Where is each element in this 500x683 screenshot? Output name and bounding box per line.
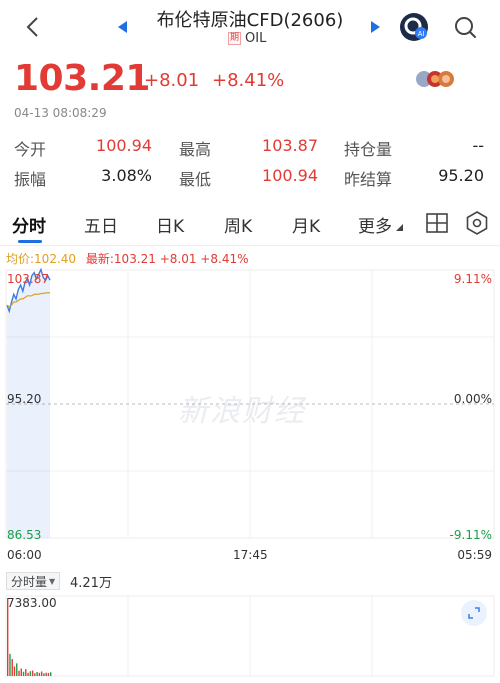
prev-settle-value: 95.20 [438, 166, 484, 185]
next-instrument-icon[interactable] [368, 20, 382, 34]
volume-bar [18, 670, 20, 676]
last-price: 103.21 [14, 58, 150, 99]
y-axis-baseline: 95.20 [7, 392, 42, 406]
quote-timestamp: 04-13 08:08:29 [14, 106, 107, 120]
price-change-percent: +8.41% [212, 70, 285, 91]
price-change: +8.01 [144, 70, 200, 91]
volume-bar [40, 671, 43, 676]
open-interest-label: 持仓量 [344, 140, 393, 159]
x-axis-end: 05:59 [457, 548, 492, 562]
header-bar: 布伦特原油CFD(2606) 期 OIL AI [0, 0, 500, 56]
pct-axis-low: -9.11% [449, 528, 492, 542]
settings-icon[interactable] [464, 210, 490, 236]
low-label: 最低 [179, 170, 212, 189]
volume-bar [25, 669, 27, 676]
open-label: 今开 [14, 140, 47, 159]
volume-max-label: 7383.00 [7, 596, 57, 610]
legend-average: 均价:102.40 [6, 252, 77, 266]
x-axis-mid: 17:45 [233, 548, 268, 562]
futures-badge: 期 [228, 32, 242, 45]
volume-bar [38, 672, 41, 676]
y-axis-high: 103.87 [7, 272, 49, 286]
volume-bar [27, 672, 29, 676]
volume-bar [50, 672, 52, 676]
prev-settle-label: 昨结算 [344, 170, 393, 189]
tab-intraday[interactable]: 分时 [12, 212, 46, 237]
volume-bar [9, 653, 11, 676]
amplitude-value: 3.08% [101, 166, 152, 185]
chart-legend: 均价:102.40 最新:103.21 +8.01 +8.41% [6, 250, 249, 267]
tab-more[interactable]: 更多 [358, 212, 392, 237]
volume-indicator-label: 分时量 [11, 574, 48, 589]
volume-bar [36, 671, 38, 676]
volume-bar [31, 670, 34, 676]
volume-bar [45, 672, 47, 676]
tab-weekly-k[interactable]: 周K [224, 212, 252, 237]
tab-daily-k[interactable]: 日K [156, 212, 184, 237]
volume-indicator-select[interactable]: 分时量 ▼ [6, 572, 61, 590]
high-label: 最高 [179, 140, 212, 159]
back-chevron-icon[interactable] [18, 12, 48, 42]
instrument-subtitle: 期 OIL [228, 31, 266, 46]
more-dropdown-icon[interactable] [394, 222, 404, 232]
volume-bar [11, 659, 13, 676]
volume-bar [47, 673, 50, 676]
high-value: 103.87 [262, 136, 318, 155]
pct-axis-baseline: 0.00% [453, 392, 492, 406]
prev-instrument-icon[interactable] [116, 20, 130, 34]
volume-total: 4.21万 [70, 576, 112, 591]
open-value: 100.94 [96, 136, 152, 155]
volume-bar [43, 673, 45, 676]
svg-text:AI: AI [418, 31, 425, 38]
volume-bar [13, 666, 16, 676]
watermark-text: 新浪财经 [178, 394, 306, 429]
y-axis-low: 86.53 [7, 528, 42, 542]
chart-period-tabs: 分时 五日 日K 周K 月K 更多 [0, 200, 500, 246]
legend-latest: 最新:103.21 +8.01 +8.41% [85, 252, 249, 266]
pct-axis-high: 9.11% [453, 272, 492, 286]
volume-bar [22, 671, 25, 676]
low-value: 100.94 [262, 166, 318, 185]
volume-bar [34, 673, 36, 676]
community-avatars-icon[interactable] [415, 70, 465, 88]
layout-grid-icon[interactable] [424, 210, 450, 236]
ai-assistant-icon[interactable]: AI [399, 12, 429, 42]
tab-monthly-k[interactable]: 月K [292, 212, 320, 237]
expand-chart-icon[interactable] [461, 600, 487, 626]
instrument-code: OIL [245, 31, 267, 46]
instrument-title: 布伦特原油CFD(2606) [156, 10, 344, 31]
tab-five-day[interactable]: 五日 [84, 212, 118, 237]
active-tab-indicator [18, 240, 42, 243]
x-axis-start: 06:00 [7, 548, 42, 562]
open-interest-value: -- [472, 136, 484, 155]
volume-bar [29, 671, 32, 676]
amplitude-label: 振幅 [14, 170, 47, 189]
volume-chart[interactable] [0, 594, 500, 680]
search-icon[interactable] [450, 12, 480, 42]
caret-down-icon: ▼ [49, 576, 56, 586]
volume-bar [20, 668, 22, 676]
volume-bar [16, 663, 18, 676]
